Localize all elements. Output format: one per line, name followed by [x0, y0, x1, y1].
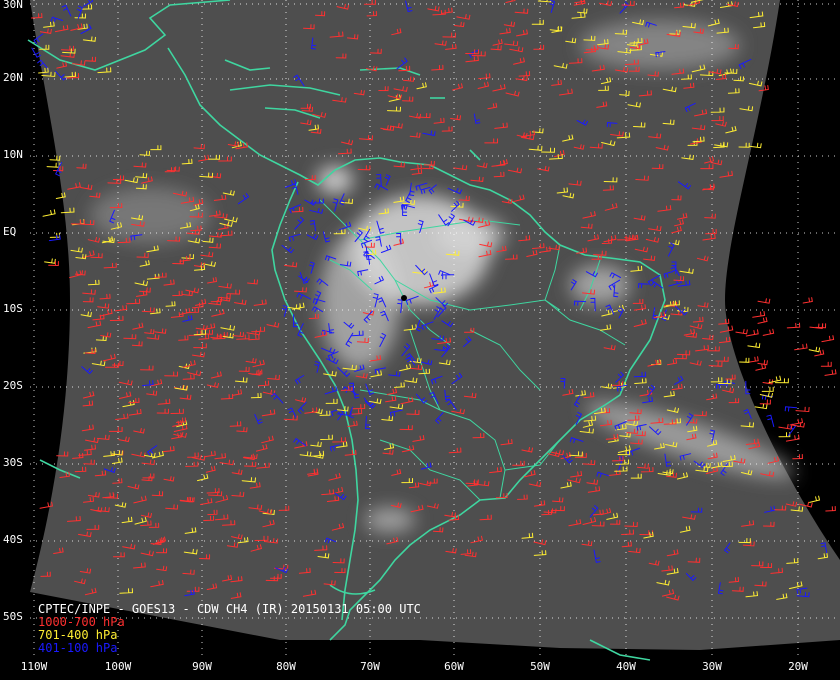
- wind-barb: [745, 329, 759, 337]
- wind-barb: [824, 369, 837, 376]
- wind-barb: [762, 328, 775, 336]
- lon-label: 110W: [20, 660, 48, 673]
- wind-barb: [759, 392, 773, 398]
- wind-barb: [44, 258, 56, 264]
- wind-barb: [754, 403, 768, 410]
- wind-barb: [757, 298, 771, 304]
- wind-barb: [759, 399, 771, 405]
- lon-label: 80W: [276, 660, 296, 673]
- wind-barb: [821, 335, 835, 343]
- lon-label: 60W: [444, 660, 464, 673]
- wind-barb: [739, 357, 750, 363]
- wind-barb: [748, 356, 759, 363]
- location-marker: [401, 295, 407, 301]
- wind-barb: [794, 343, 808, 351]
- lon-label: 50W: [530, 660, 550, 673]
- wind-barb: [755, 363, 767, 371]
- legend-item-high-level: 401-100 hPa: [38, 641, 118, 655]
- lat-label: 40S: [3, 533, 23, 546]
- wind-barb: [761, 386, 774, 392]
- wind-barb: [825, 506, 836, 512]
- lat-label: 20N: [3, 71, 23, 84]
- wind-barb: [766, 414, 775, 428]
- wind-barb: [747, 342, 761, 349]
- wind-barb: [735, 328, 748, 335]
- wind-vector-map: [27, 0, 840, 661]
- wind-barb: [808, 346, 821, 353]
- lat-label: 10N: [3, 148, 23, 161]
- lat-label: EQ: [3, 225, 17, 238]
- lon-label: 100W: [104, 660, 132, 673]
- lat-label: 20S: [3, 379, 23, 392]
- wind-barb: [784, 406, 798, 412]
- wind-barb: [42, 209, 56, 217]
- lon-label: 20W: [788, 660, 808, 673]
- wind-barb: [757, 359, 768, 366]
- wind-barb: [49, 232, 61, 238]
- wind-barb: [809, 495, 821, 503]
- wind-barb: [768, 375, 782, 384]
- lon-label: 90W: [192, 660, 212, 673]
- lon-label: 30W: [702, 660, 722, 673]
- lon-label: 40W: [616, 660, 636, 673]
- lat-label: 10S: [3, 302, 23, 315]
- lat-label: 50S: [3, 610, 23, 623]
- wind-barb: [820, 361, 832, 367]
- satellite-map-viewer[interactable]: 30N 20N 10N EQ 10S 20S 30S 40S 50S 110W …: [0, 0, 840, 680]
- wind-barb: [752, 311, 766, 318]
- map-caption: CPTEC/INPE - GOES13 - CDW CH4 (IR) 20150…: [38, 603, 421, 655]
- lon-label: 70W: [360, 660, 380, 673]
- lat-label: 30S: [3, 456, 23, 469]
- wind-barb: [757, 317, 768, 324]
- wind-barb: [815, 323, 827, 329]
- wind-barb: [786, 322, 801, 329]
- wind-barb: [802, 297, 813, 304]
- lat-label: 30N: [3, 0, 23, 11]
- wind-barb: [795, 406, 810, 413]
